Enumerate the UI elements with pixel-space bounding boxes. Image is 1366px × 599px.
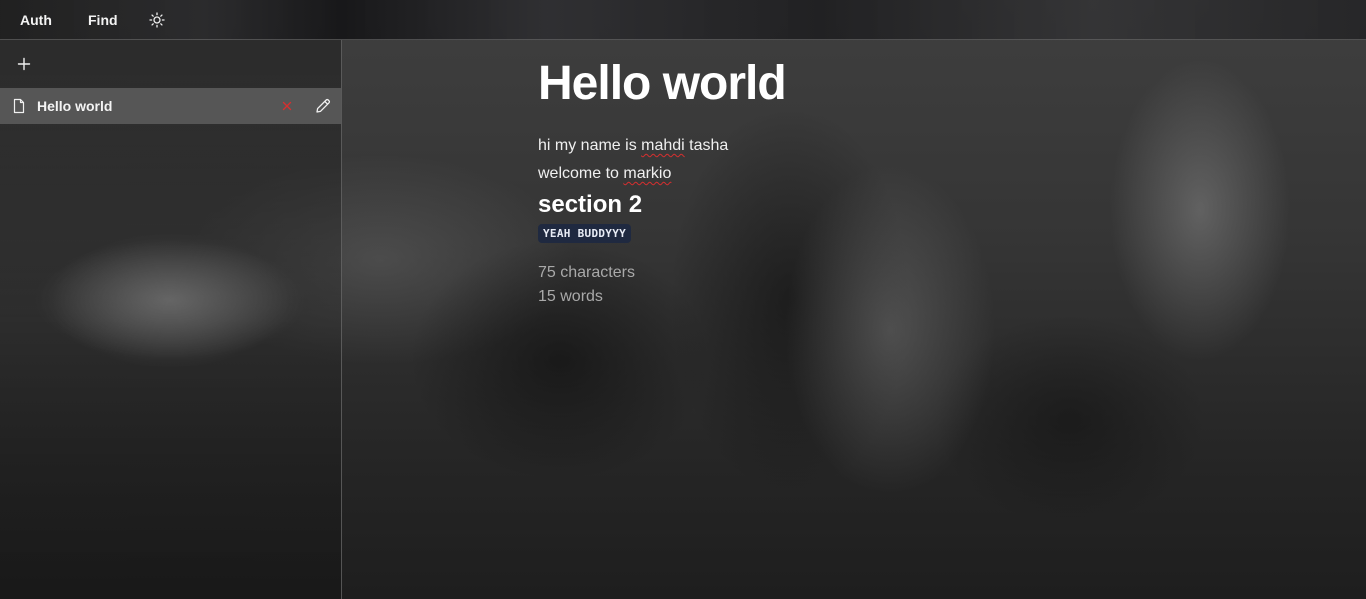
- sidebar: Hello world: [0, 40, 342, 599]
- paragraph-intro: hi my name is mahdi tasha: [538, 132, 1318, 160]
- document-stats: 75 characters 15 words: [538, 261, 1318, 309]
- text-run: welcome to: [538, 165, 624, 182]
- find-button[interactable]: Find: [88, 12, 118, 28]
- plus-icon[interactable]: [14, 54, 34, 74]
- text-run: tasha: [684, 137, 729, 154]
- misspelled-word: markio: [623, 165, 672, 182]
- close-icon[interactable]: [280, 99, 294, 113]
- document-content[interactable]: Hello world hi my name is mahdi tasha we…: [538, 56, 1318, 309]
- inline-code: YEAH BUDDYYY: [538, 224, 632, 243]
- note-title: Hello world: [37, 98, 113, 114]
- note-list-item[interactable]: Hello world: [0, 88, 341, 124]
- document-icon: [12, 98, 26, 114]
- word-count: 15 words: [538, 288, 603, 305]
- text-run: hi my name is: [538, 137, 642, 154]
- sun-icon[interactable]: [149, 12, 165, 28]
- misspelled-word: mahdi: [641, 137, 685, 154]
- document-title: Hello world: [538, 57, 787, 110]
- pencil-icon[interactable]: [314, 97, 332, 115]
- paragraph-welcome: welcome to markio: [538, 160, 1318, 188]
- auth-button[interactable]: Auth: [20, 12, 52, 28]
- top-bar: Auth Find: [0, 0, 1366, 40]
- section-heading: section 2: [538, 191, 643, 218]
- character-count: 75 characters: [538, 264, 635, 281]
